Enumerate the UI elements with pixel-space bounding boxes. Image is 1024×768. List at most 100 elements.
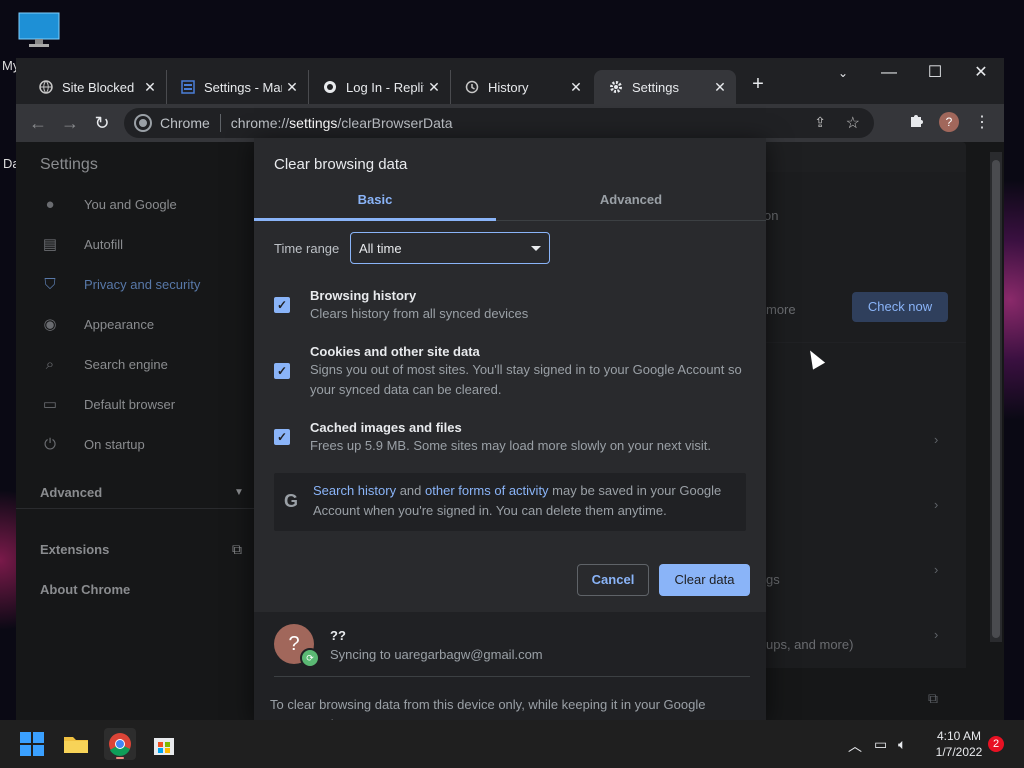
file-explorer-icon[interactable] [60, 728, 92, 760]
bg-text-fragment: on [764, 208, 779, 223]
tab-title: Settings - Mar [204, 79, 282, 95]
bg-text-fragment: gs [766, 572, 780, 587]
time-range-select[interactable]: All time [350, 232, 550, 264]
tray-chevron-up-icon[interactable]: ︿ [848, 736, 862, 756]
bookmark-star-icon[interactable]: ☆ [846, 113, 860, 133]
sidebar-item-label: On startup [84, 436, 145, 452]
close-icon[interactable]: ✕ [282, 79, 302, 96]
clear-data-button[interactable]: Clear data [659, 564, 750, 596]
cookies-desc: Signs you out of most sites. You'll stay… [310, 362, 742, 397]
cached-images-title: Cached images and files [310, 420, 462, 435]
time-range-label: Time range [274, 241, 340, 256]
sidebar-item-privacy-and-security[interactable]: ⛉ Privacy and security [16, 264, 256, 304]
bg-text-fragment: more [766, 302, 796, 317]
tab-search-chevron-icon[interactable]: ⌄ [820, 58, 866, 88]
scrollbar-thumb[interactable] [992, 160, 1000, 638]
sync-status: Syncing to uaregarbagw@gmail.com [330, 647, 543, 662]
menu-kebab-icon[interactable]: ⋮ [971, 112, 993, 134]
sidebar-item-search-engine[interactable]: ⌕ Search engine [16, 344, 256, 384]
info-text: Search history and other forms of activi… [313, 481, 733, 521]
new-tab-button[interactable]: + [746, 72, 770, 96]
tab-title: Settings [632, 79, 679, 95]
sidebar-item-label: You and Google [84, 196, 177, 212]
sidebar-item-on-startup[interactable]: ⏻ On startup [16, 424, 256, 464]
notification-badge[interactable]: 2 [988, 736, 1004, 752]
search-history-link[interactable]: Search history [313, 483, 396, 498]
globe-icon [38, 79, 54, 95]
sidebar-item-appearance[interactable]: ◉ Appearance [16, 304, 256, 344]
open-in-new-icon[interactable]: ⧉ [928, 690, 938, 707]
profile-avatar-button[interactable]: ? [939, 112, 961, 134]
check-now-button[interactable]: Check now [852, 292, 948, 322]
other-activity-link[interactable]: other forms of activity [425, 483, 549, 498]
site-scheme-label: Chrome [160, 115, 210, 131]
sidebar-about-chrome[interactable]: About Chrome [16, 569, 256, 609]
store-icon[interactable] [148, 728, 180, 760]
sidebar-advanced[interactable]: Advanced ▼ [16, 472, 256, 512]
close-icon[interactable]: ✕ [710, 79, 730, 96]
close-icon[interactable]: ✕ [566, 79, 586, 96]
tab-advanced[interactable]: Advanced [510, 192, 752, 220]
forward-button[interactable]: → [58, 112, 82, 134]
chevron-right-icon: › [934, 497, 939, 512]
close-window-button[interactable]: ✕ [958, 58, 1004, 88]
browsing-history-desc: Clears history from all synced devices [310, 306, 529, 321]
volume-icon[interactable]: 🔈︎ [898, 736, 906, 753]
share-icon[interactable]: ⇪ [814, 114, 826, 131]
tab-basic[interactable]: Basic [254, 192, 496, 220]
reload-button[interactable]: ↻ [90, 112, 114, 134]
minimize-button[interactable]: — [866, 58, 912, 88]
info-and: and [396, 483, 426, 498]
sidebar-divider [16, 508, 256, 509]
sidebar-extensions[interactable]: Extensions ⧉ [16, 529, 256, 569]
sidebar-item-you-and-google[interactable]: ● You and Google [16, 184, 256, 224]
tab-title: Log In - Replit [346, 79, 424, 95]
history-icon [464, 79, 480, 95]
sidebar-item-label: Search engine [84, 356, 168, 372]
network-icon[interactable]: ▭ [874, 736, 887, 753]
sidebar-item-label: Autofill [84, 236, 124, 252]
tab-title: History [488, 79, 529, 95]
chrome-taskbar-icon[interactable] [104, 728, 136, 760]
dialog-footer: ? ⟳ ?? Syncing to uaregarbagw@gmail.com … [254, 612, 766, 720]
extensions-puzzle-icon[interactable] [906, 112, 928, 134]
browsing-history-title: Browsing history [310, 288, 417, 303]
cookies-checkbox[interactable]: ✓ [274, 363, 290, 379]
url-host: settings [289, 115, 338, 131]
active-tab-indicator [254, 218, 496, 221]
footer-divider [274, 676, 750, 677]
open-in-new-icon: ⧉ [232, 540, 242, 557]
tab-settings-mar[interactable]: Settings - Mar ✕ [166, 70, 309, 104]
windows-start-icon[interactable] [16, 728, 48, 760]
computer-desktop-icon[interactable] [18, 12, 60, 48]
tab-site-blocked[interactable]: Site Blocked ✕ [24, 70, 167, 104]
close-icon[interactable]: ✕ [140, 79, 160, 96]
tab-title: Site Blocked [62, 79, 135, 95]
tab-replit[interactable]: Log In - Replit ✕ [308, 70, 451, 104]
close-icon[interactable]: ✕ [424, 79, 444, 96]
omnibox-divider [219, 114, 221, 132]
sidebar-item-default-browser[interactable]: ▭ Default browser [16, 384, 256, 424]
sidebar-item-autofill[interactable]: ▤ Autofill [16, 224, 256, 264]
cancel-button[interactable]: Cancel [577, 564, 649, 596]
time-range-value: All time [359, 241, 402, 256]
tab-settings[interactable]: Settings ✕ [594, 70, 736, 104]
cached-images-checkbox[interactable]: ✓ [274, 429, 290, 445]
chevron-right-icon: › [934, 432, 939, 447]
url-path: /clearBrowserData [337, 115, 453, 131]
tab-history[interactable]: History ✕ [450, 70, 592, 104]
dialog-title: Clear browsing data [274, 156, 408, 173]
dropdown-arrow-icon [531, 246, 541, 251]
clock-time: 4:10 AM [936, 729, 982, 743]
power-icon: ⏻ [44, 435, 56, 453]
address-bar[interactable]: Chrome chrome://settings/clearBrowserDat… [124, 108, 874, 138]
browsing-history-checkbox[interactable]: ✓ [274, 297, 290, 313]
clipboard-icon: ▤ [42, 236, 58, 253]
maximize-button[interactable]: ☐ [912, 58, 958, 88]
sidebar-extensions-label: Extensions [40, 541, 110, 557]
replit-icon [322, 79, 338, 95]
clock[interactable]: 4:10 AM 1/7/2022 [930, 728, 988, 760]
clock-date: 1/7/2022 [935, 745, 983, 759]
back-button[interactable]: ← [26, 112, 50, 134]
url-prefix: chrome:// [230, 115, 290, 131]
